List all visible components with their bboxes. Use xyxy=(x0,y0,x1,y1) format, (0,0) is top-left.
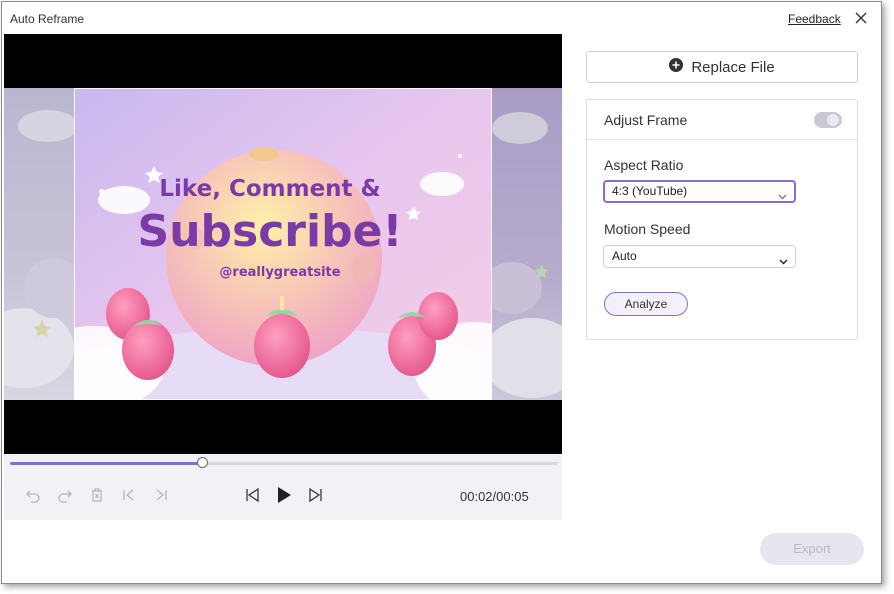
reframe-settings-panel: Adjust Frame Aspect Ratio 4:3 (YouTube) … xyxy=(586,99,858,340)
replace-file-label: Replace File xyxy=(691,58,775,76)
next-keyframe-icon[interactable] xyxy=(152,486,170,504)
plus-circle-icon xyxy=(669,58,684,76)
replace-file-button[interactable]: Replace File xyxy=(586,51,858,83)
aspect-ratio-select[interactable]: 4:3 (YouTube) xyxy=(603,180,796,203)
timeline-bar: 00:02/00:05 xyxy=(4,454,562,520)
chevron-down-icon xyxy=(778,188,787,200)
prev-keyframe-icon[interactable] xyxy=(120,486,138,504)
reframe-area[interactable]: Like, Comment & Subscribe! @reallygreats… xyxy=(74,88,492,400)
play-icon[interactable] xyxy=(275,486,293,504)
motion-speed-value: Auto xyxy=(612,249,637,263)
preview-outside-left xyxy=(4,88,84,400)
aspect-ratio-label: Aspect Ratio xyxy=(604,157,684,173)
video-handle: @reallygreatsite xyxy=(219,265,340,280)
progress-track[interactable] xyxy=(10,462,558,465)
aspect-ratio-value: 4:3 (YouTube) xyxy=(612,184,688,198)
auto-reframe-window: Auto Reframe Feedback Like, Comment & Su… xyxy=(1,1,882,584)
export-button[interactable]: Export xyxy=(760,533,864,565)
toggle-knob xyxy=(827,114,839,126)
preview-outside-right xyxy=(482,88,562,400)
skip-back-icon[interactable] xyxy=(243,486,261,504)
chevron-down-icon xyxy=(779,252,788,265)
undo-icon[interactable] xyxy=(24,486,42,504)
adjust-frame-row: Adjust Frame xyxy=(587,100,857,140)
video-preview[interactable]: Like, Comment & Subscribe! @reallygreats… xyxy=(4,34,562,454)
adjust-frame-toggle[interactable] xyxy=(814,112,842,128)
close-icon[interactable] xyxy=(853,10,869,26)
motion-speed-label: Motion Speed xyxy=(604,221,691,237)
adjust-frame-label: Adjust Frame xyxy=(604,112,688,128)
feedback-link[interactable]: Feedback xyxy=(788,12,841,26)
analyze-button[interactable]: Analyze xyxy=(604,292,688,316)
timecode: 00:02/00:05 xyxy=(460,489,529,504)
progress-fill xyxy=(10,462,202,465)
delete-icon[interactable] xyxy=(88,486,106,504)
video-text-line2: Subscribe! xyxy=(138,206,403,257)
skip-forward-icon[interactable] xyxy=(307,486,325,504)
window-title: Auto Reframe xyxy=(10,12,85,26)
playhead-handle[interactable] xyxy=(196,457,208,468)
motion-speed-select[interactable]: Auto xyxy=(603,245,796,268)
redo-icon[interactable] xyxy=(56,486,74,504)
video-text-line1: Like, Comment & xyxy=(159,176,380,202)
title-bar: Auto Reframe Feedback xyxy=(2,2,881,34)
